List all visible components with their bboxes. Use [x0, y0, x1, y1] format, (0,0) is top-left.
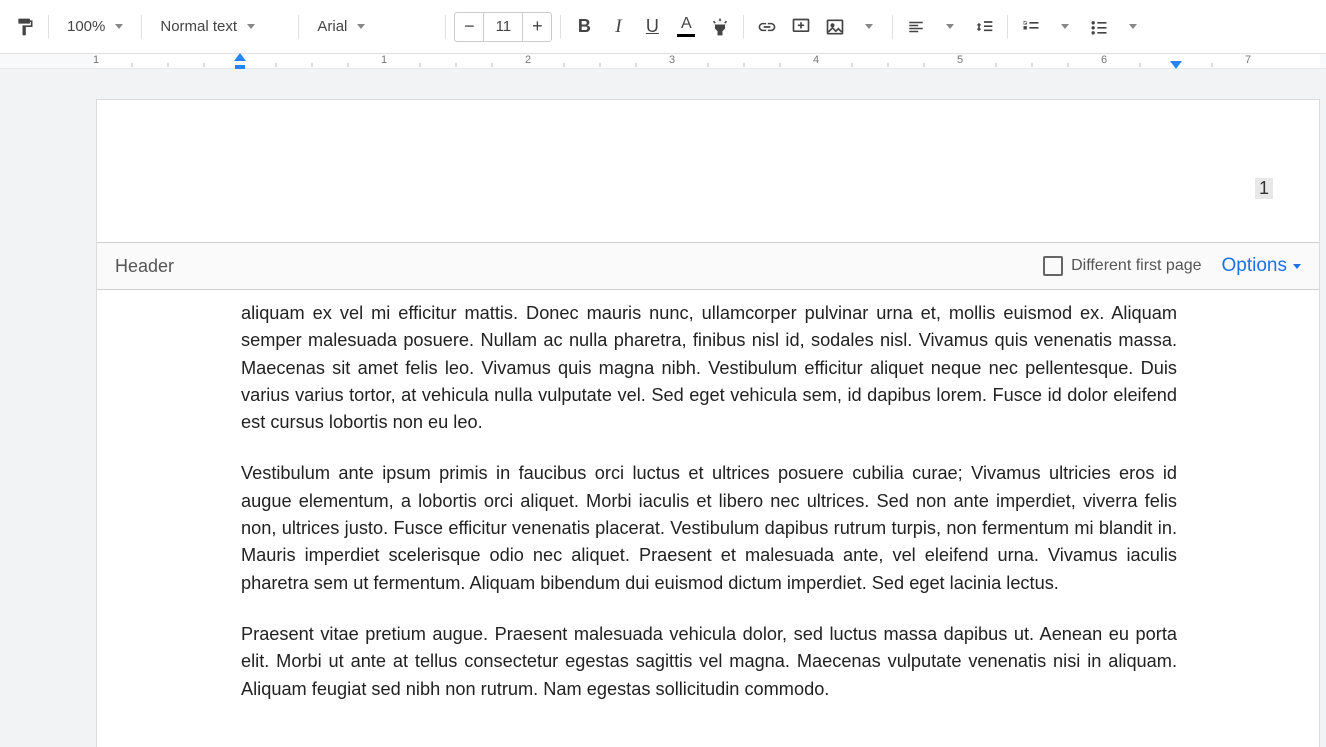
separator: [48, 15, 49, 39]
increase-font-button[interactable]: +: [523, 13, 551, 41]
font-size-stepper: − +: [454, 12, 552, 42]
document-canvas: 1 Header Different first page Options al…: [0, 69, 1326, 747]
underline-button[interactable]: U: [637, 12, 667, 42]
insert-link-button[interactable]: [752, 12, 782, 42]
add-comment-button[interactable]: [786, 12, 816, 42]
align-button[interactable]: [901, 12, 931, 42]
line-spacing-button[interactable]: [969, 12, 999, 42]
paint-format-button[interactable]: [10, 12, 40, 42]
checklist-more[interactable]: [1050, 12, 1080, 42]
separator: [298, 15, 299, 39]
zoom-value: 100%: [67, 18, 105, 35]
page[interactable]: 1 Header Different first page Options al…: [96, 99, 1320, 747]
separator: [445, 15, 446, 39]
first-line-indent-marker[interactable]: [234, 53, 246, 61]
paragraph: Praesent vitae pretium augue. Praesent m…: [241, 621, 1177, 703]
ruler[interactable]: 1 1 2 3 4 5 6 7: [0, 54, 1326, 69]
align-more[interactable]: [935, 12, 965, 42]
ruler-number: 1: [381, 54, 387, 66]
chevron-down-icon: [1293, 264, 1301, 269]
ruler-number: 3: [669, 54, 675, 66]
header-toolbar: Header Different first page Options: [97, 242, 1319, 290]
different-first-page-checkbox[interactable]: Different first page: [1043, 256, 1201, 276]
separator: [560, 15, 561, 39]
chevron-down-icon: [1061, 24, 1069, 29]
decrease-font-button[interactable]: −: [455, 13, 483, 41]
chevron-down-icon: [115, 24, 123, 29]
italic-button[interactable]: I: [603, 12, 633, 42]
style-value: Normal text: [160, 18, 237, 35]
zoom-dropdown[interactable]: 100%: [57, 12, 133, 42]
chevron-down-icon: [247, 24, 255, 29]
chevron-down-icon: [946, 24, 954, 29]
document-body[interactable]: aliquam ex vel mi efficitur mattis. Done…: [241, 300, 1177, 727]
separator: [141, 15, 142, 39]
chevron-down-icon: [865, 24, 873, 29]
toolbar: 100% Normal text Arial − + B I U A: [0, 0, 1326, 54]
separator: [743, 15, 744, 39]
bold-button[interactable]: B: [569, 12, 599, 42]
insert-image-button[interactable]: [820, 12, 850, 42]
font-value: Arial: [317, 18, 347, 35]
separator: [1007, 15, 1008, 39]
bulleted-list-button[interactable]: [1084, 12, 1114, 42]
font-size-input[interactable]: [483, 13, 523, 41]
insert-image-more[interactable]: [854, 12, 884, 42]
separator: [892, 15, 893, 39]
paragraph-style-dropdown[interactable]: Normal text: [150, 12, 290, 42]
text-color-button[interactable]: A: [671, 12, 701, 42]
font-family-dropdown[interactable]: Arial: [307, 12, 437, 42]
checklist-button[interactable]: [1016, 12, 1046, 42]
header-options-button[interactable]: Options: [1222, 255, 1301, 277]
ruler-number: 2: [525, 54, 531, 66]
paragraph: Vestibulum ante ipsum primis in faucibus…: [241, 460, 1177, 596]
highlight-color-button[interactable]: [705, 12, 735, 42]
ruler-number: 5: [957, 54, 963, 66]
ruler-number: 1: [93, 54, 99, 66]
paragraph: aliquam ex vel mi efficitur mattis. Done…: [241, 300, 1177, 436]
right-indent-marker[interactable]: [1170, 61, 1182, 69]
options-label: Options: [1222, 255, 1287, 277]
ruler-number: 4: [813, 54, 819, 66]
chevron-down-icon: [1129, 24, 1137, 29]
page-number: 1: [1255, 178, 1273, 199]
different-first-page-label: Different first page: [1071, 257, 1201, 275]
bulleted-list-more[interactable]: [1118, 12, 1148, 42]
ruler-number: 6: [1101, 54, 1107, 66]
checkbox-icon: [1043, 256, 1063, 276]
text-color-swatch: [677, 34, 695, 37]
chevron-down-icon: [357, 24, 365, 29]
ruler-number: 7: [1245, 54, 1251, 66]
header-label: Header: [115, 256, 1023, 277]
